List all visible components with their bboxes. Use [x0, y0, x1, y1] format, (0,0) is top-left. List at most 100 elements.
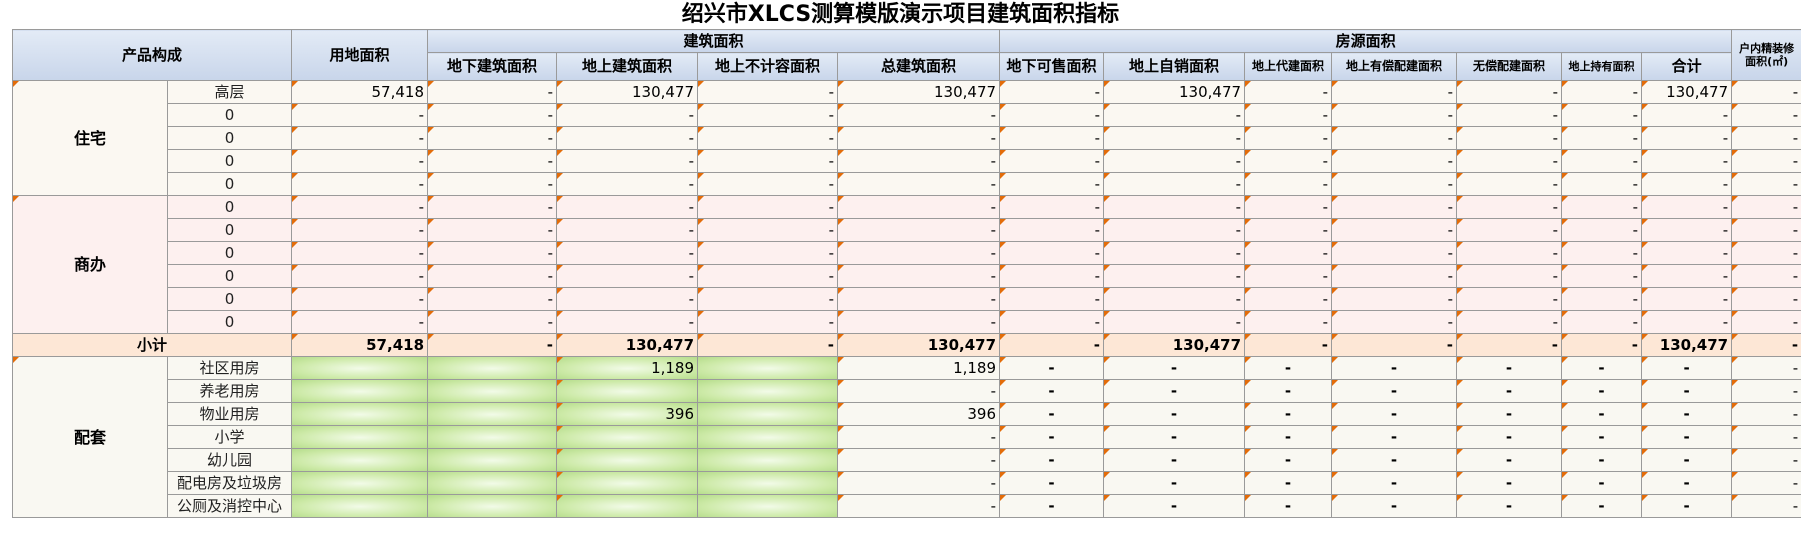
header-under-sale[interactable]: 地下可售面积	[999, 52, 1105, 81]
residential-cell[interactable]: -	[1561, 149, 1643, 173]
supporting-cell[interactable]	[427, 379, 558, 403]
supporting-cell[interactable]: -	[1561, 471, 1643, 495]
residential-cell[interactable]: -	[556, 172, 699, 196]
residential-item-name[interactable]: 0	[166, 172, 293, 196]
residential-item-name[interactable]: 高层	[166, 80, 293, 104]
commercial-group-label[interactable]: 商办	[12, 195, 168, 334]
residential-cell[interactable]: -	[837, 126, 1001, 150]
commercial-cell[interactable]: -	[556, 218, 699, 242]
supporting-cell[interactable]: -	[1103, 356, 1246, 380]
residential-cell[interactable]: -	[1641, 126, 1733, 150]
commercial-cell[interactable]: -	[1331, 310, 1458, 334]
commercial-cell[interactable]: -	[1561, 241, 1643, 265]
commercial-cell[interactable]: -	[1331, 287, 1458, 311]
supporting-cell[interactable]: -	[1244, 471, 1333, 495]
residential-cell[interactable]: -	[1331, 103, 1458, 127]
residential-cell[interactable]: -	[1331, 80, 1458, 104]
residential-cell[interactable]: -	[1731, 149, 1801, 173]
residential-cell[interactable]: -	[837, 149, 1001, 173]
residential-cell[interactable]: -	[1731, 172, 1801, 196]
supporting-cell[interactable]: -	[1731, 425, 1801, 449]
commercial-cell[interactable]: -	[1731, 241, 1801, 265]
supporting-cell[interactable]	[697, 425, 839, 449]
subtotal-cell[interactable]: 130,477	[1641, 333, 1733, 357]
commercial-cell[interactable]: -	[999, 310, 1105, 334]
residential-cell[interactable]: -	[291, 126, 429, 150]
header-above-excluded[interactable]: 地上不计容面积	[697, 52, 839, 81]
supporting-cell[interactable]: -	[1456, 356, 1563, 380]
residential-cell[interactable]: -	[1244, 80, 1333, 104]
commercial-cell[interactable]: -	[837, 218, 1001, 242]
residential-cell[interactable]: -	[427, 80, 558, 104]
residential-cell[interactable]: -	[1561, 172, 1643, 196]
commercial-cell[interactable]: -	[1244, 195, 1333, 219]
commercial-cell[interactable]: -	[1456, 241, 1563, 265]
residential-cell[interactable]: -	[1103, 149, 1246, 173]
residential-cell[interactable]: 130,477	[1641, 80, 1733, 104]
commercial-cell[interactable]: -	[1456, 310, 1563, 334]
supporting-cell[interactable]	[697, 402, 839, 426]
commercial-cell[interactable]: -	[427, 310, 558, 334]
supporting-cell[interactable]	[291, 425, 429, 449]
commercial-cell[interactable]: -	[291, 218, 429, 242]
supporting-cell[interactable]	[291, 471, 429, 495]
supporting-cell[interactable]: -	[1456, 448, 1563, 472]
residential-cell[interactable]: 130,477	[1103, 80, 1246, 104]
residential-cell[interactable]: -	[427, 149, 558, 173]
residential-cell[interactable]: 130,477	[837, 80, 1001, 104]
residential-cell[interactable]: -	[697, 172, 839, 196]
supporting-cell[interactable]: -	[1244, 425, 1333, 449]
commercial-cell[interactable]: -	[556, 195, 699, 219]
subtotal-cell[interactable]: 57,418	[291, 333, 429, 357]
supporting-cell[interactable]	[427, 494, 558, 518]
supporting-cell[interactable]: -	[1331, 448, 1458, 472]
header-above-hold[interactable]: 地上持有面积	[1561, 52, 1643, 81]
supporting-cell[interactable]: -	[1331, 379, 1458, 403]
residential-cell[interactable]: -	[1103, 126, 1246, 150]
commercial-cell[interactable]: -	[291, 310, 429, 334]
supporting-cell[interactable]: -	[1456, 402, 1563, 426]
supporting-cell[interactable]	[291, 379, 429, 403]
supporting-cell[interactable]	[427, 356, 558, 380]
commercial-cell[interactable]: -	[999, 241, 1105, 265]
supporting-cell[interactable]	[697, 494, 839, 518]
supporting-cell[interactable]	[697, 379, 839, 403]
commercial-cell[interactable]: -	[291, 195, 429, 219]
commercial-item-name[interactable]: 0	[166, 241, 293, 265]
residential-cell[interactable]: -	[1731, 103, 1801, 127]
supporting-cell[interactable]	[556, 494, 699, 518]
supporting-cell[interactable]: -	[1456, 494, 1563, 518]
supporting-cell[interactable]: -	[1244, 379, 1333, 403]
commercial-cell[interactable]: -	[1731, 287, 1801, 311]
supporting-cell[interactable]	[427, 448, 558, 472]
residential-cell[interactable]: -	[1456, 172, 1563, 196]
commercial-item-name[interactable]: 0	[166, 310, 293, 334]
commercial-cell[interactable]: -	[1641, 287, 1733, 311]
header-land-area[interactable]: 用地面积	[291, 29, 429, 81]
residential-cell[interactable]: -	[1731, 80, 1801, 104]
supporting-cell[interactable]: -	[837, 471, 1001, 495]
commercial-cell[interactable]: -	[1103, 287, 1246, 311]
subtotal-cell[interactable]: -	[1456, 333, 1563, 357]
supporting-cell[interactable]: -	[1331, 425, 1458, 449]
subtotal-cell[interactable]: -	[1331, 333, 1458, 357]
residential-cell[interactable]: -	[837, 172, 1001, 196]
commercial-cell[interactable]: -	[1641, 195, 1733, 219]
commercial-cell[interactable]: -	[1456, 195, 1563, 219]
supporting-cell[interactable]: -	[1103, 471, 1246, 495]
supporting-cell[interactable]: -	[1331, 471, 1458, 495]
commercial-cell[interactable]: -	[837, 241, 1001, 265]
residential-cell[interactable]: -	[427, 126, 558, 150]
supporting-cell[interactable]	[291, 448, 429, 472]
commercial-cell[interactable]: -	[427, 241, 558, 265]
residential-item-name[interactable]: 0	[166, 103, 293, 127]
commercial-cell[interactable]: -	[697, 287, 839, 311]
header-above-agent[interactable]: 地上代建面积	[1244, 52, 1333, 81]
supporting-cell[interactable]: -	[1331, 356, 1458, 380]
supporting-cell[interactable]: -	[999, 402, 1105, 426]
supporting-cell[interactable]: -	[1103, 402, 1246, 426]
residential-cell[interactable]: -	[1244, 172, 1333, 196]
supporting-cell[interactable]: -	[837, 425, 1001, 449]
commercial-cell[interactable]: -	[697, 195, 839, 219]
residential-cell[interactable]: -	[1641, 172, 1733, 196]
